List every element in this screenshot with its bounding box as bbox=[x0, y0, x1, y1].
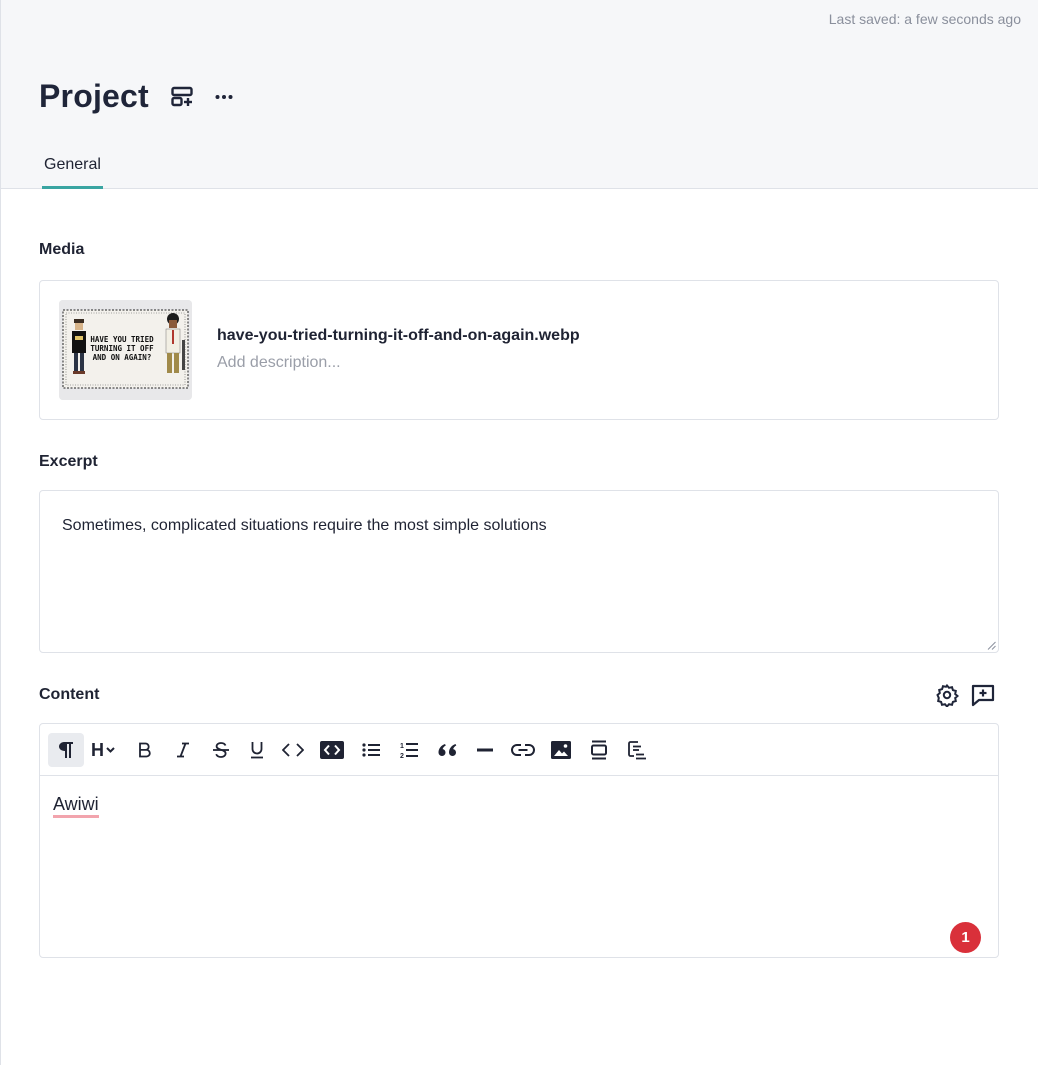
heading-dropdown-icon[interactable]: H bbox=[88, 733, 124, 767]
code-block-icon[interactable] bbox=[314, 733, 350, 767]
content-label: Content bbox=[39, 686, 100, 703]
editor-content[interactable]: Awiwi bbox=[53, 794, 99, 818]
svg-text:HAVE YOU TRIED: HAVE YOU TRIED bbox=[90, 335, 154, 344]
svg-text:1: 1 bbox=[400, 743, 404, 750]
bold-icon[interactable] bbox=[128, 733, 162, 767]
page-header: Last saved: a few seconds ago Project Ge… bbox=[1, 0, 1038, 189]
svg-text:TURNING IT OFF: TURNING IT OFF bbox=[90, 344, 154, 353]
content-editor[interactable]: H 1 2 Awiwi 1 bbox=[39, 723, 999, 958]
issue-count-badge[interactable]: 1 bbox=[950, 922, 981, 953]
strikethrough-icon[interactable] bbox=[204, 733, 238, 767]
excerpt-text: Sometimes, complicated situations requir… bbox=[62, 517, 547, 534]
media-thumbnail[interactable]: HAVE YOU TRIED TURNING IT OFF AND ON AGA… bbox=[59, 300, 192, 400]
bullet-list-icon[interactable] bbox=[354, 733, 388, 767]
tab-bar: General bbox=[42, 152, 103, 189]
resize-handle-icon[interactable] bbox=[987, 641, 996, 650]
misspelled-word[interactable]: Awiwi bbox=[53, 794, 99, 818]
numbered-list-icon[interactable]: 1 2 bbox=[392, 733, 426, 767]
comment-add-icon[interactable] bbox=[970, 682, 996, 708]
link-icon[interactable] bbox=[506, 733, 540, 767]
last-saved-status: Last saved: a few seconds ago bbox=[828, 11, 1021, 27]
settings-icon[interactable] bbox=[934, 682, 960, 708]
block-settings-icon[interactable] bbox=[620, 733, 654, 767]
code-icon[interactable] bbox=[276, 733, 310, 767]
media-description-input[interactable]: Add description... bbox=[217, 354, 341, 372]
content-actions bbox=[934, 682, 996, 708]
underline-icon[interactable] bbox=[242, 733, 272, 767]
svg-text:H: H bbox=[91, 741, 104, 759]
paragraph-icon[interactable] bbox=[48, 732, 84, 767]
more-icon[interactable] bbox=[214, 84, 234, 110]
svg-text:AND ON AGAIN?: AND ON AGAIN? bbox=[93, 353, 152, 362]
layout-add-icon[interactable] bbox=[169, 84, 195, 110]
excerpt-textarea[interactable]: Sometimes, complicated situations requir… bbox=[39, 490, 999, 653]
svg-text:2: 2 bbox=[400, 753, 404, 759]
italic-icon[interactable] bbox=[166, 733, 200, 767]
media-label: Media bbox=[39, 241, 85, 258]
image-icon[interactable] bbox=[544, 733, 578, 767]
editor-toolbar: H 1 2 bbox=[40, 724, 998, 776]
excerpt-label: Excerpt bbox=[39, 453, 98, 470]
horizontal-rule-icon[interactable] bbox=[468, 733, 502, 767]
blockquote-icon[interactable] bbox=[430, 733, 464, 767]
title-row: Project bbox=[39, 78, 234, 115]
page-title: Project bbox=[39, 78, 149, 114]
tab-general[interactable]: General bbox=[42, 152, 103, 189]
media-filename: have-you-tried-turning-it-off-and-on-aga… bbox=[217, 327, 580, 344]
media-card[interactable]: HAVE YOU TRIED TURNING IT OFF AND ON AGA… bbox=[39, 280, 999, 420]
embed-icon[interactable] bbox=[582, 733, 616, 767]
